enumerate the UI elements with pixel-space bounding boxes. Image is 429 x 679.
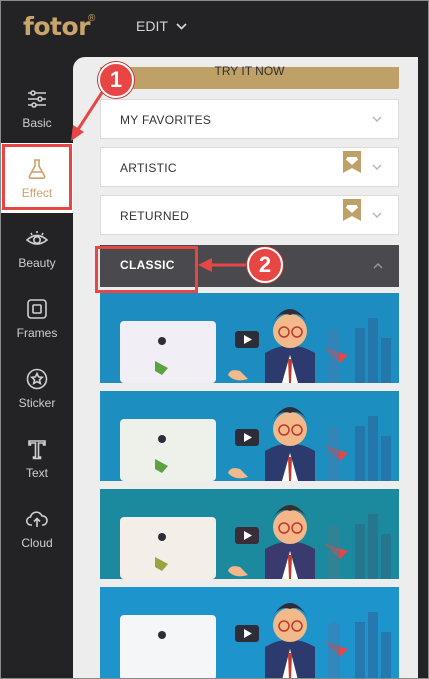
scrollbar-track[interactable]	[418, 57, 428, 678]
category-label: ARTISTIC	[120, 161, 177, 175]
sidebar-item-label: Sticker	[18, 395, 56, 410]
chevron-down-icon	[372, 116, 382, 122]
callout-badge-2: 2	[247, 247, 283, 283]
thumbnail-illustration	[100, 587, 399, 678]
sidebar-item-frames[interactable]: Frames	[1, 283, 73, 353]
fotor-logo[interactable]: fotor	[23, 12, 91, 41]
chevron-down-icon	[176, 22, 187, 30]
callout-badge-1: 1	[98, 62, 134, 98]
sidebar-item-label: Beauty	[18, 255, 56, 270]
sidebar-item-cloud[interactable]: Cloud	[1, 493, 73, 563]
app-window: fotor ® EDIT Basic Effect Beauty Frames …	[0, 0, 429, 679]
sidebar-item-label: Cloud	[21, 535, 53, 550]
edit-menu-label: EDIT	[136, 18, 168, 34]
category-returned[interactable]: RETURNED	[100, 195, 399, 235]
sidebar-item-label: Basic	[22, 115, 52, 130]
text-t-icon	[28, 439, 46, 459]
star-badge-icon	[26, 368, 48, 389]
thumbnail-illustration	[100, 293, 399, 383]
highlight-box	[95, 246, 198, 293]
effects-list[interactable]: TRY IT NOW MY FAVORITES ARTISTIC RETURNE…	[73, 57, 418, 678]
category-artistic[interactable]: ARTISTIC	[100, 147, 399, 187]
chevron-down-icon	[372, 164, 382, 170]
thumbnail-illustration	[100, 391, 399, 481]
sidebar-item-label: Text	[25, 465, 48, 480]
highlight-box	[2, 144, 72, 210]
category-label: MY FAVORITES	[120, 113, 212, 127]
registered-mark: ®	[88, 13, 96, 24]
callout-arrow	[71, 90, 105, 141]
sidebar-item-effect[interactable]: Effect	[1, 143, 73, 213]
effect-thumbnail[interactable]	[100, 293, 399, 383]
sidebar-item-sticker[interactable]: Sticker	[1, 353, 73, 423]
chevron-down-icon	[372, 212, 382, 218]
effect-thumbnail[interactable]	[100, 587, 399, 678]
edit-menu[interactable]: EDIT	[136, 18, 187, 34]
sidebar-item-beauty[interactable]: Beauty	[1, 213, 73, 283]
sliders-icon	[28, 89, 46, 108]
premium-diamond-icon	[343, 199, 361, 221]
callout-arrow	[198, 258, 248, 272]
sidebar-item-text[interactable]: Text	[1, 423, 73, 493]
premium-diamond-icon	[343, 151, 361, 173]
effect-thumbnail[interactable]	[100, 489, 399, 579]
eye-icon	[25, 230, 49, 245]
frame-icon	[27, 298, 47, 319]
cloud-upload-icon	[25, 510, 48, 527]
category-label: RETURNED	[120, 209, 190, 223]
effect-thumbnail[interactable]	[100, 391, 399, 481]
sidebar-item-label: Frames	[16, 325, 58, 340]
try-it-now-label: TRY IT NOW	[214, 64, 285, 78]
sidebar-item-basic[interactable]: Basic	[1, 73, 73, 143]
sidebar: Basic Effect Beauty Frames Sticker Text …	[1, 55, 73, 678]
category-my-favorites[interactable]: MY FAVORITES	[100, 99, 399, 139]
thumbnail-illustration	[100, 489, 399, 579]
chevron-up-icon	[373, 263, 383, 269]
top-bar: fotor ® EDIT	[1, 1, 428, 55]
effects-panel: TRY IT NOW MY FAVORITES ARTISTIC RETURNE…	[73, 55, 428, 678]
try-it-now-button[interactable]: TRY IT NOW	[100, 64, 399, 89]
